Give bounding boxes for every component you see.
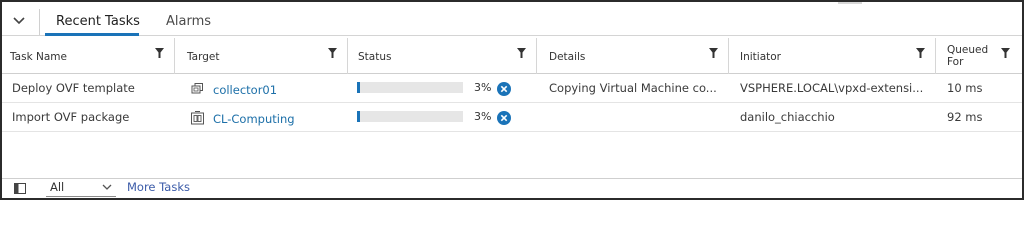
progress-fill xyxy=(357,111,360,122)
filter-icon[interactable] xyxy=(709,48,718,58)
chevron-down-icon xyxy=(102,184,112,190)
column-header-status[interactable]: Status xyxy=(348,38,537,74)
table-row[interactable]: Deploy OVF template collector01 3% Copyi… xyxy=(2,74,1022,103)
column-label: Queued For xyxy=(947,44,989,68)
progress-fill xyxy=(357,82,360,93)
target-link[interactable]: collector01 xyxy=(213,76,343,105)
tab-recent-tasks[interactable]: Recent Tasks xyxy=(56,14,140,29)
target-link[interactable]: CL-Computing xyxy=(213,105,343,134)
tab-bar: Recent Tasks Alarms xyxy=(2,6,1022,36)
chevron-down-icon[interactable] xyxy=(9,12,29,30)
progress-percent: 3% xyxy=(474,81,492,94)
initiator: danilo_chiacchio xyxy=(740,110,835,124)
initiator: VSPHERE.LOCAL\vpxd-extensi... xyxy=(740,81,924,95)
cluster-icon xyxy=(191,111,204,125)
recent-tasks-panel: Recent Tasks Alarms Task Name Target Sta… xyxy=(0,0,1024,200)
column-label: Target xyxy=(187,51,220,63)
details: Copying Virtual Machine co... xyxy=(549,81,717,95)
progress-bar xyxy=(357,82,463,93)
column-header-details[interactable]: Details xyxy=(537,38,729,74)
cancel-icon[interactable] xyxy=(497,111,511,125)
vm-icon xyxy=(191,83,203,94)
column-toggle-icon[interactable] xyxy=(14,183,26,194)
table-row[interactable]: Import OVF package CL-Computing 3% danil… xyxy=(2,103,1022,132)
queued-for: 10 ms xyxy=(947,81,983,95)
table-header: Task Name Target Status Details Initiato… xyxy=(2,38,1022,74)
tab-alarms[interactable]: Alarms xyxy=(166,14,211,29)
column-header-target[interactable]: Target xyxy=(175,38,348,74)
progress-bar xyxy=(357,111,463,122)
column-label: Initiator xyxy=(740,51,781,63)
column-label: Task Name xyxy=(10,51,67,63)
progress-percent: 3% xyxy=(474,110,492,123)
filter-icon[interactable] xyxy=(517,48,526,58)
filter-icon[interactable] xyxy=(155,48,164,58)
column-label: Status xyxy=(358,51,392,63)
details xyxy=(549,103,721,132)
column-header-queued-for[interactable]: Queued For xyxy=(936,38,1022,74)
footer-bar: All More Tasks xyxy=(2,178,1022,198)
filter-icon[interactable] xyxy=(916,48,925,58)
divider xyxy=(39,9,40,35)
task-name: Deploy OVF template xyxy=(12,81,135,95)
queued-for: 92 ms xyxy=(947,110,983,124)
active-tab-indicator xyxy=(45,33,139,36)
task-name: Import OVF package xyxy=(12,110,130,124)
column-header-initiator[interactable]: Initiator xyxy=(729,38,936,74)
cancel-icon[interactable] xyxy=(497,82,511,96)
column-label: Details xyxy=(549,51,586,63)
column-header-task-name[interactable]: Task Name xyxy=(2,38,175,74)
filter-icon[interactable] xyxy=(1001,48,1010,58)
resize-grip[interactable] xyxy=(838,2,862,4)
more-tasks-link[interactable]: More Tasks xyxy=(127,180,190,194)
task-filter-select[interactable]: All xyxy=(46,179,116,197)
task-filter-value: All xyxy=(50,180,65,194)
filter-icon[interactable] xyxy=(328,48,337,58)
